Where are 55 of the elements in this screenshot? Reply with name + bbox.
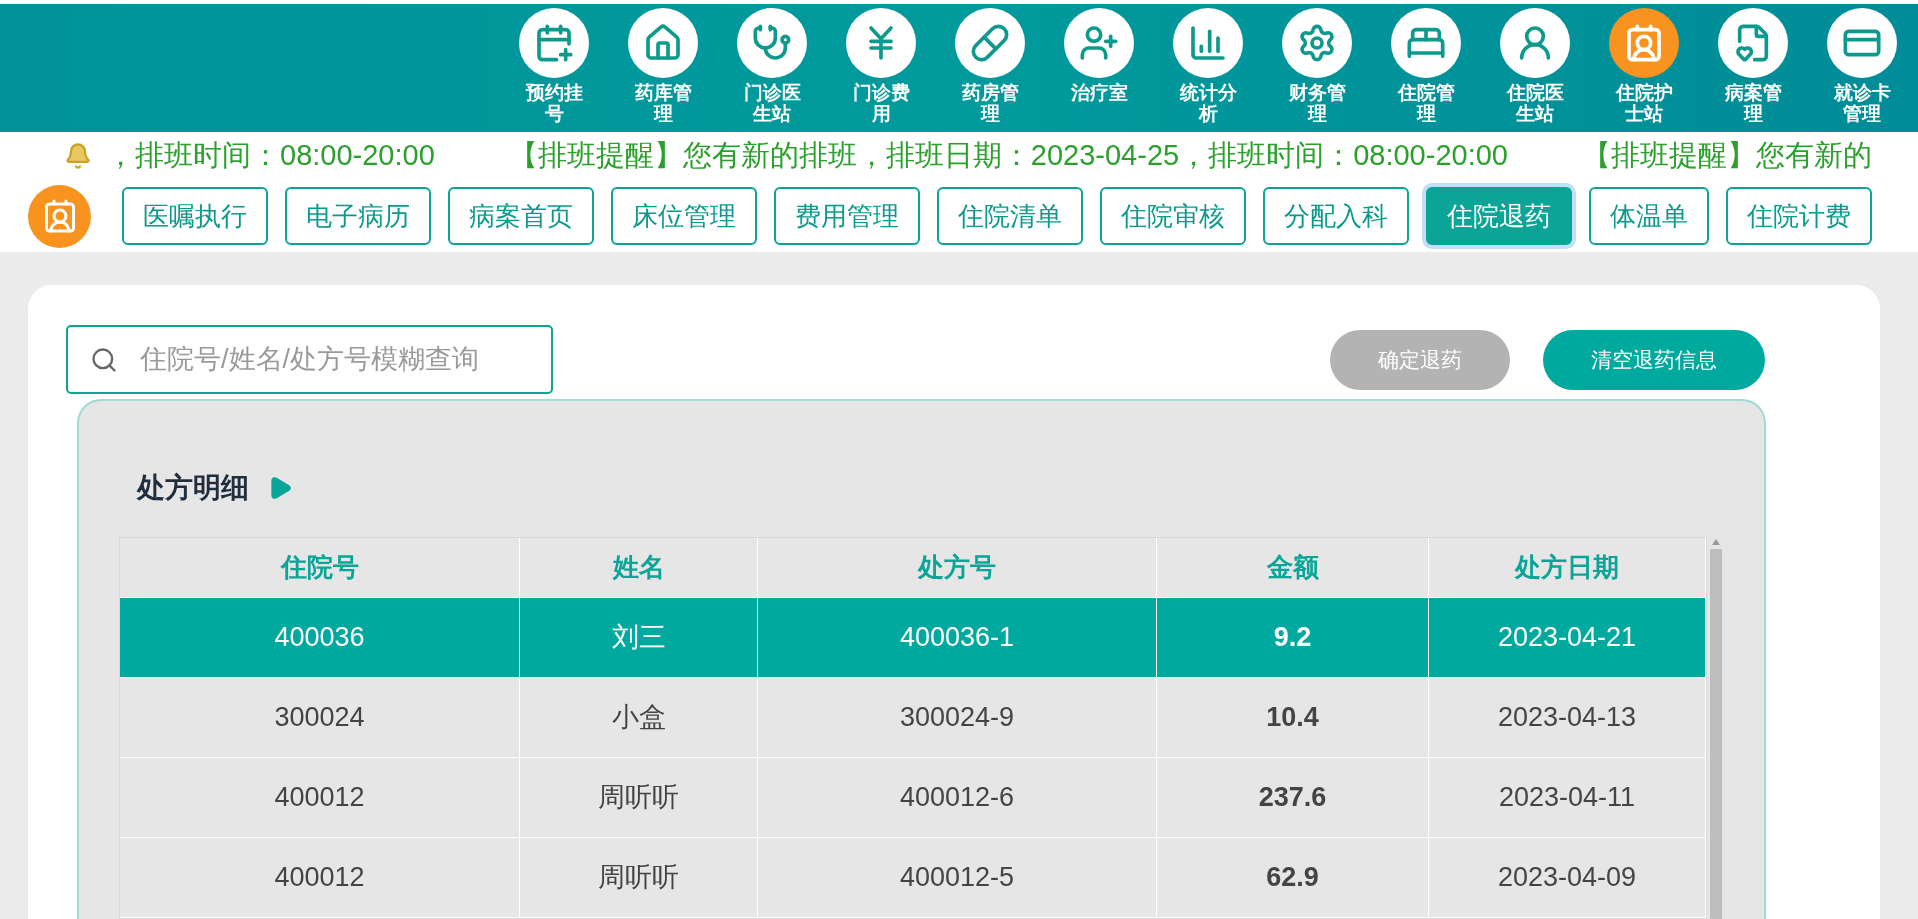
- tab[interactable]: 住院计费: [1726, 187, 1872, 245]
- tab[interactable]: 病案首页: [448, 187, 594, 245]
- table-row[interactable]: 300024 小盒 300024-9 10.4 2023-04-13: [120, 678, 1706, 758]
- calendar-plus-icon: [534, 23, 574, 63]
- schedule-notice: 【排班提醒】您有新的: [1581, 138, 1872, 174]
- table-cell: 400036: [120, 598, 520, 677]
- table-row[interactable]: 400012 周听听 400012-6 237.6 2023-04-11: [120, 758, 1706, 838]
- column-header: 金额: [1157, 538, 1429, 597]
- table-cell: 400012-5: [758, 838, 1157, 917]
- pill-icon: [970, 23, 1010, 63]
- action-button[interactable]: 清空退药信息: [1543, 329, 1765, 390]
- column-header: 处方日期: [1429, 538, 1706, 597]
- column-header: 姓名: [520, 538, 758, 597]
- tab[interactable]: 电子病历: [285, 187, 431, 245]
- tab[interactable]: 费用管理: [774, 187, 920, 245]
- table-row[interactable]: 400036 刘三 400036-1 9.2 2023-04-21: [120, 598, 1706, 678]
- tab[interactable]: 分配入科: [1263, 187, 1409, 245]
- table-cell: 300024: [120, 678, 520, 757]
- table-cell: 10.4: [1157, 678, 1429, 757]
- search-field[interactable]: 住院号/姓名/处方号模糊查询: [66, 325, 553, 394]
- tab[interactable]: 医嘱执行: [122, 187, 268, 245]
- table-cell: 400012-6: [758, 758, 1157, 837]
- table-cell: 300024-9: [758, 678, 1157, 757]
- house-icon: [643, 23, 683, 63]
- table-cell: 周听听: [520, 838, 758, 917]
- column-header: 住院号: [120, 538, 520, 597]
- table-cell: 小盒: [520, 678, 758, 757]
- bell-icon: [64, 142, 92, 170]
- tab[interactable]: 住院审核: [1100, 187, 1246, 245]
- table-cell: 400012: [120, 838, 520, 917]
- tab[interactable]: 住院清单: [937, 187, 1083, 245]
- search-icon: [90, 345, 118, 374]
- table-cell: 2023-04-11: [1429, 758, 1706, 837]
- table-cell: 周听听: [520, 758, 758, 837]
- table-cell: 刘三: [520, 598, 758, 677]
- table-cell: 237.6: [1157, 758, 1429, 837]
- table-cell: 400036-1: [758, 598, 1157, 677]
- schedule-notice: ，排班时间：08:00-20:00: [106, 138, 435, 174]
- schedule-notice: 【排班提醒】您有新的排班，排班日期：2023-04-25，排班时间：08:00-20:00: [508, 138, 1508, 174]
- scroll-up-arrow-icon: [1711, 539, 1720, 545]
- table-cell: 9.2: [1157, 598, 1429, 677]
- table-scrollbar[interactable]: [1707, 537, 1724, 919]
- bar-chart-icon: [1188, 23, 1228, 63]
- table-cell: 62.9: [1157, 838, 1429, 917]
- table-cell: 400012: [120, 758, 520, 837]
- table-cell: 2023-04-21: [1429, 598, 1706, 677]
- column-header: 处方号: [758, 538, 1157, 597]
- gear-icon: [1297, 23, 1337, 63]
- table-row[interactable]: 400012 周听听 400012-5 62.9 2023-04-09: [120, 838, 1706, 918]
- table-cell: 2023-04-09: [1429, 838, 1706, 917]
- search-input[interactable]: 住院号/姓名/处方号模糊查询: [140, 339, 551, 380]
- panel-title: 处方明细: [137, 471, 249, 505]
- tab[interactable]: 床位管理: [611, 187, 757, 245]
- table-cell: 2023-04-13: [1429, 678, 1706, 757]
- tab[interactable]: 体温单: [1589, 187, 1709, 245]
